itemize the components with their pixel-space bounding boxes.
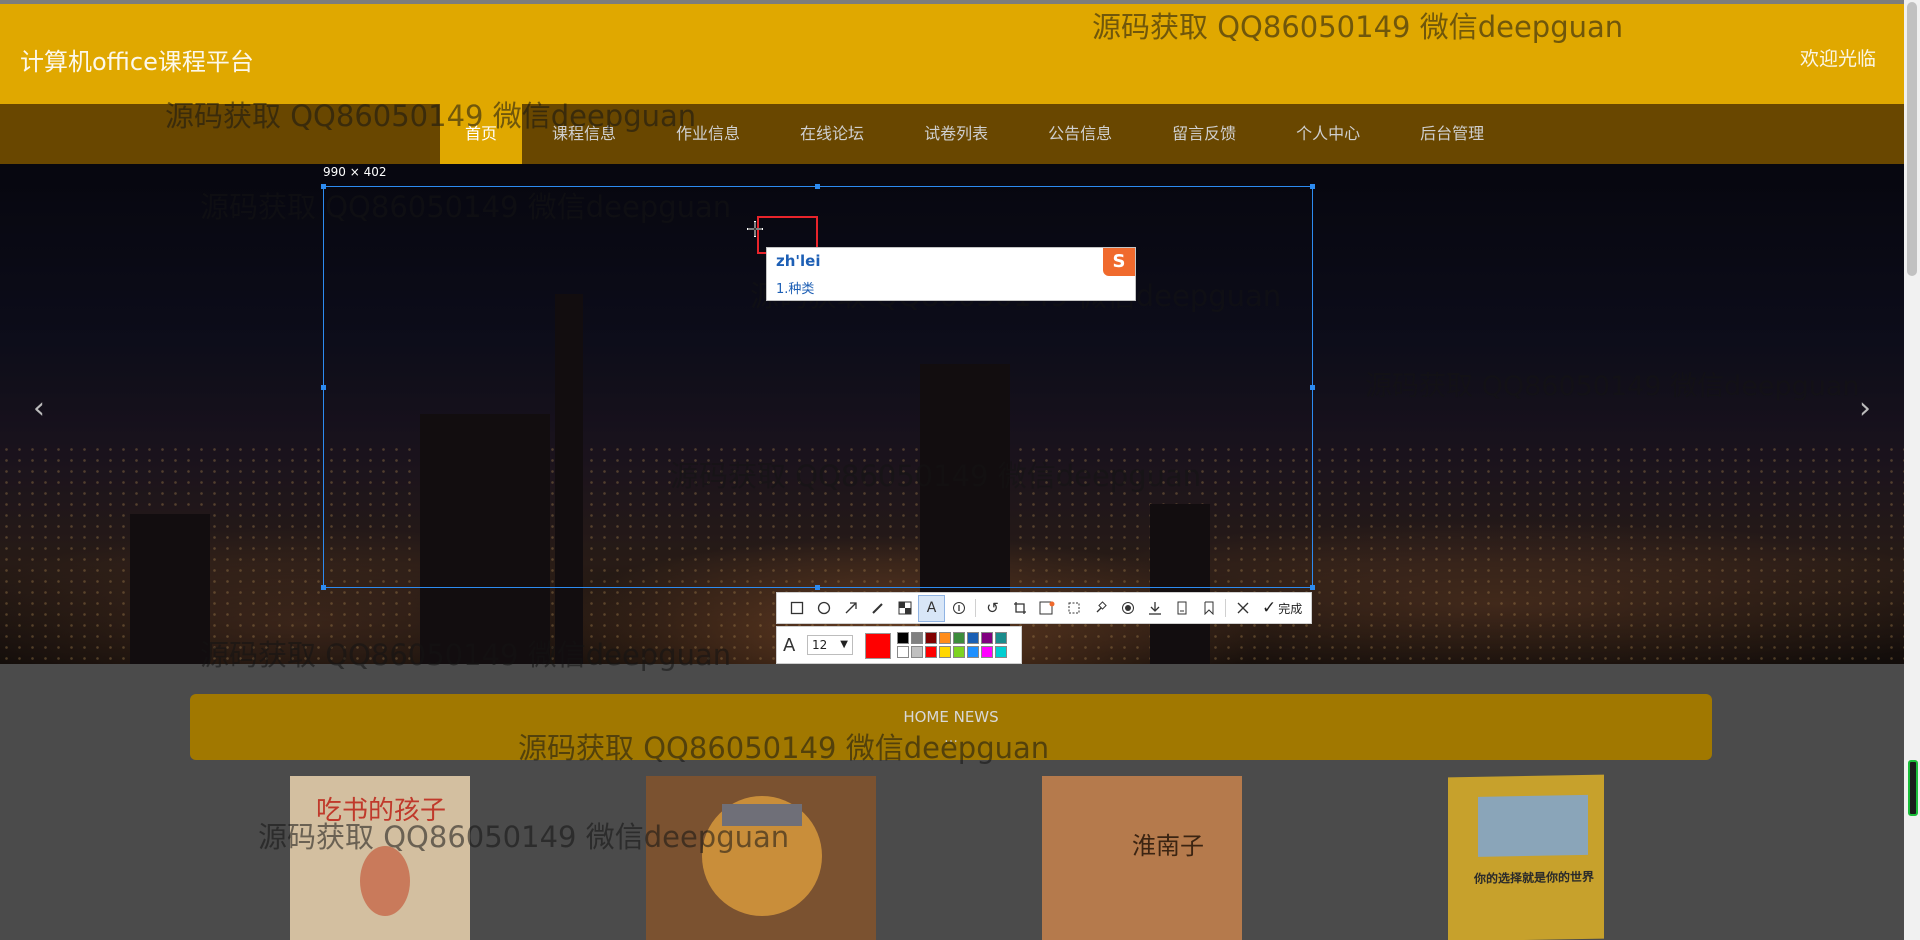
rectangle-icon[interactable]: [783, 595, 810, 622]
color-palette: [897, 632, 1007, 658]
book-card[interactable]: 淮南子: [958, 776, 1334, 940]
undo-icon[interactable]: ↺: [979, 595, 1006, 622]
news-header-bar: HOME NEWS …: [190, 694, 1712, 760]
color-swatch[interactable]: [911, 646, 923, 658]
site-title[interactable]: 计算机office课程平台: [20, 42, 254, 77]
news-title-en: HOME NEWS: [903, 708, 999, 726]
ime-candidate[interactable]: 1.种类: [776, 282, 814, 297]
book-title: 淮南子: [1132, 832, 1204, 860]
pin-icon[interactable]: [1087, 595, 1114, 622]
text-options-bar: A 12 ▼: [776, 626, 1022, 664]
color-swatch[interactable]: [897, 632, 909, 644]
chevron-right-icon[interactable]: ›: [1850, 389, 1880, 429]
number-icon[interactable]: [945, 595, 972, 622]
check-icon: ✓: [1262, 598, 1277, 618]
record-icon[interactable]: [1114, 595, 1141, 622]
toolbar-divider: [1225, 599, 1226, 617]
ocr-icon[interactable]: [1033, 595, 1060, 622]
done-label: 完成: [1278, 601, 1303, 616]
news-section: HOME NEWS … 吃书的孩子 淮南子 你的选择就是你的世界: [0, 664, 1904, 940]
done-button[interactable]: ✓ 完成: [1256, 598, 1302, 618]
side-floating-widget[interactable]: [1908, 760, 1918, 816]
color-swatch[interactable]: [995, 632, 1007, 644]
mosaic-icon[interactable]: [891, 595, 918, 622]
nav-item-forum[interactable]: 在线论坛: [770, 104, 894, 164]
book-cover[interactable]: 吃书的孩子: [290, 776, 470, 940]
book-title: 你的选择就是你的世界: [1474, 869, 1595, 886]
ime-candidate-window: zh'lei S 1.种类: [766, 247, 1136, 301]
book-photo: [1478, 794, 1588, 857]
color-swatch[interactable]: [981, 646, 993, 658]
color-swatch[interactable]: [925, 632, 937, 644]
welcome-text: 欢迎光临: [1799, 48, 1876, 70]
color-swatch[interactable]: [953, 632, 965, 644]
color-swatch[interactable]: [939, 646, 951, 658]
ime-composition-text: zh'lei: [776, 252, 821, 270]
bookmark-icon[interactable]: [1195, 595, 1222, 622]
color-swatch[interactable]: [967, 646, 979, 658]
sogou-logo-icon: S: [1103, 248, 1135, 276]
color-swatch[interactable]: [995, 646, 1007, 658]
ime-candidate-list[interactable]: 1.种类: [776, 278, 814, 297]
nav-item-profile[interactable]: 个人中心: [1266, 104, 1390, 164]
text-icon[interactable]: A: [918, 594, 945, 622]
book-cover[interactable]: 淮南子: [1042, 776, 1242, 940]
nav-item-courses[interactable]: 课程信息: [522, 104, 646, 164]
resize-handle[interactable]: [321, 385, 326, 390]
ellipse-icon[interactable]: [810, 595, 837, 622]
scrollbar-thumb[interactable]: [1907, 2, 1917, 276]
headband: [722, 804, 802, 826]
close-icon[interactable]: [1229, 595, 1256, 622]
selection-size-label: 990 × 402: [323, 165, 387, 179]
scroll-capture-icon[interactable]: [1060, 595, 1087, 622]
arrow-icon[interactable]: [837, 595, 864, 622]
resize-handle[interactable]: [1310, 585, 1315, 590]
font-size-select[interactable]: 12 ▼: [807, 635, 853, 655]
current-color-swatch[interactable]: [865, 633, 891, 659]
pencil-icon[interactable]: [864, 595, 891, 622]
book-title: 吃书的孩子: [316, 796, 447, 826]
color-swatch[interactable]: [939, 632, 951, 644]
book-cover[interactable]: 你的选择就是你的世界: [1448, 774, 1604, 940]
nav-item-feedback[interactable]: 留言反馈: [1142, 104, 1266, 164]
nav-item-exams[interactable]: 试卷列表: [894, 104, 1018, 164]
resize-handle[interactable]: [321, 184, 326, 189]
resize-handle[interactable]: [1310, 184, 1315, 189]
main-nav: 首页 课程信息 作业信息 在线论坛 试卷列表 公告信息 留言反馈 个人中心 后台…: [0, 104, 1904, 164]
book-illustration: [360, 846, 410, 916]
resize-handle[interactable]: [1310, 385, 1315, 390]
font-size-value: 12: [812, 638, 828, 652]
nav-item-homework[interactable]: 作业信息: [646, 104, 770, 164]
book-card[interactable]: 吃书的孩子: [198, 776, 562, 940]
book-cover[interactable]: [646, 776, 876, 940]
news-title-cn: …: [944, 730, 958, 746]
capture-toolbar: A ↺ ✓ 完成: [776, 592, 1312, 624]
color-swatch[interactable]: [925, 646, 937, 658]
download-icon[interactable]: [1141, 595, 1168, 622]
color-swatch[interactable]: [953, 646, 965, 658]
save-icon[interactable]: [1168, 595, 1195, 622]
nav-item-notices[interactable]: 公告信息: [1018, 104, 1142, 164]
color-swatch[interactable]: [967, 632, 979, 644]
book-card[interactable]: 你的选择就是你的世界: [1344, 774, 1704, 940]
toolbar-divider: [975, 599, 976, 617]
resize-handle[interactable]: [815, 585, 820, 590]
resize-handle[interactable]: [815, 184, 820, 189]
color-swatch[interactable]: [911, 632, 923, 644]
site-header: 计算机office课程平台 欢迎光临: [0, 0, 1904, 104]
nav-item-admin[interactable]: 后台管理: [1390, 104, 1514, 164]
chevron-down-icon: ▼: [840, 639, 848, 650]
book-card[interactable]: [572, 776, 948, 940]
crop-icon[interactable]: [1006, 595, 1033, 622]
chevron-left-icon[interactable]: ‹: [24, 389, 54, 429]
nav-item-home[interactable]: 首页: [440, 104, 523, 164]
font-size-icon: A: [783, 635, 796, 656]
color-swatch[interactable]: [981, 632, 993, 644]
crosshair-cursor-icon: [747, 221, 763, 237]
resize-handle[interactable]: [321, 585, 326, 590]
color-swatch[interactable]: [897, 646, 909, 658]
